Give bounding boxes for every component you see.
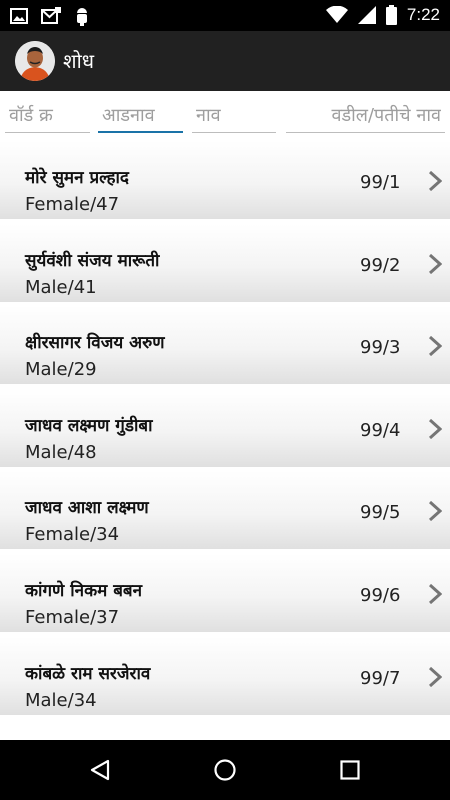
- chevron-right-icon: [428, 418, 442, 439]
- list-item[interactable]: मोरे सुमन प्रल्हाद Female/47 99/1: [0, 141, 450, 219]
- voter-number: 99/4: [360, 419, 401, 441]
- battery-icon: [385, 5, 397, 25]
- voter-number: 99/3: [360, 337, 401, 359]
- signal-icon: [357, 6, 376, 24]
- voter-gender-age: Female/47: [25, 194, 120, 215]
- voter-name: कांगणे निकम बबन: [25, 580, 143, 601]
- name-input[interactable]: [192, 99, 276, 133]
- app-bar: शोध: [0, 31, 450, 91]
- status-bar: 7:22: [0, 0, 450, 31]
- list-item[interactable]: जाधव आशा लक्ष्मण Female/34 99/5: [0, 471, 450, 550]
- chevron-right-icon: [428, 501, 442, 522]
- voter-name: जाधव लक्ष्मण गुंडीबा: [25, 415, 153, 436]
- list-item[interactable]: कांबळे राम सरजेराव Male/34 99/7: [0, 636, 450, 715]
- voter-number: 99/7: [360, 667, 401, 689]
- voter-number: 99/6: [360, 584, 401, 606]
- ward-number-input[interactable]: [5, 99, 90, 133]
- list-item[interactable]: क्षीरसागर विजय अरुण Male/29 99/3: [0, 306, 450, 385]
- chevron-right-icon: [428, 171, 442, 191]
- android-debug-icon: [77, 8, 87, 26]
- voter-gender-age: Male/41: [25, 276, 97, 298]
- voter-number: 99/2: [360, 254, 401, 276]
- voter-name: क्षीरसागर विजय अरुण: [25, 333, 165, 354]
- avatar[interactable]: [15, 41, 55, 81]
- surname-input[interactable]: [98, 99, 183, 133]
- voter-number: 99/1: [360, 172, 401, 193]
- voter-list: मोरे सुमन प्रल्हाद Female/47 99/1 सुर्यव…: [0, 141, 450, 741]
- list-item[interactable]: कांगणे निकम बबन Female/37 99/6: [0, 553, 450, 632]
- navigation-bar: [0, 740, 450, 800]
- voter-gender-age: Female/34: [25, 524, 120, 546]
- list-item[interactable]: सुर्यवंशी संजय मारूती Male/41 99/2: [0, 223, 450, 302]
- voter-name: सुर्यवंशी संजय मारूती: [25, 250, 160, 271]
- chevron-right-icon: [428, 253, 442, 274]
- recents-icon[interactable]: [338, 758, 362, 782]
- voter-name: जाधव आशा लक्ष्मण: [25, 498, 149, 519]
- voter-gender-age: Male/34: [25, 689, 97, 711]
- chevron-right-icon: [428, 336, 442, 357]
- home-icon[interactable]: [213, 758, 237, 782]
- chevron-right-icon: [428, 583, 442, 604]
- voter-gender-age: Male/48: [25, 441, 97, 463]
- page-title: शोध: [63, 49, 95, 73]
- voter-number: 99/5: [360, 502, 401, 524]
- status-time: 7:22: [406, 5, 440, 24]
- chevron-right-icon: [428, 666, 442, 687]
- voter-gender-age: Female/37: [25, 606, 120, 628]
- gallery-icon: [10, 8, 28, 24]
- father-husband-name-input[interactable]: [286, 99, 445, 133]
- wifi-icon: [325, 6, 348, 23]
- mail-icon: [41, 7, 61, 24]
- search-filter-row: [0, 91, 450, 141]
- voter-gender-age: Male/29: [25, 359, 97, 381]
- list-item[interactable]: जाधव लक्ष्मण गुंडीबा Male/48 99/4: [0, 388, 450, 467]
- back-icon[interactable]: [88, 758, 112, 782]
- voter-name: कांबळे राम सरजेराव: [25, 663, 151, 684]
- voter-name: मोरे सुमन प्रल्हाद: [25, 168, 129, 188]
